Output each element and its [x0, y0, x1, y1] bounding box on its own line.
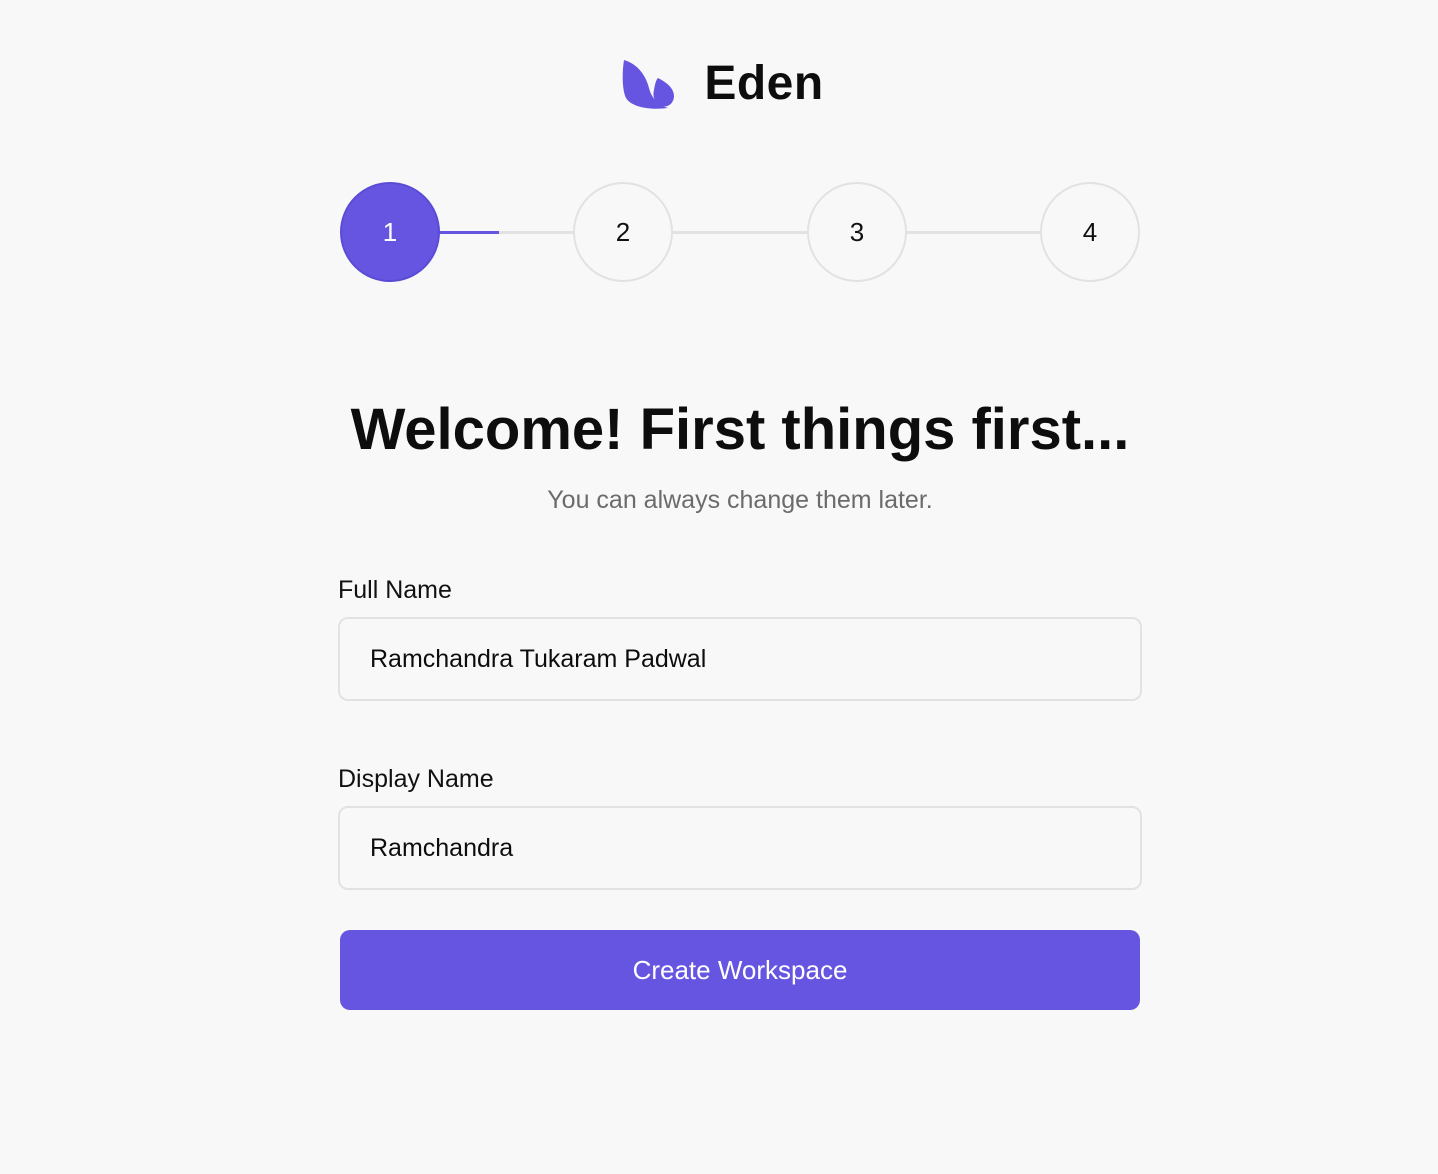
brand-header: Eden	[0, 58, 1438, 110]
page-title: Welcome! First things first...	[350, 397, 1130, 462]
step-3-label: 3	[849, 216, 865, 247]
step-connector-3	[905, 231, 1041, 234]
step-4-label: 4	[1082, 216, 1098, 247]
step-connector-2	[671, 231, 807, 234]
profile-form: Full Name Display Name Create Workspace	[338, 576, 1142, 1010]
full-name-label: Full Name	[338, 576, 452, 604]
display-name-label: Display Name	[338, 765, 494, 793]
step-2-label: 2	[615, 216, 631, 247]
step-1[interactable]: 1	[340, 182, 440, 282]
brand-name: Eden	[704, 57, 824, 110]
onboarding-page: Eden 1 2 3 4 Welcome! First things first…	[0, 0, 1438, 1174]
display-name-field: Display Name	[338, 765, 1142, 890]
full-name-field: Full Name	[338, 576, 1142, 701]
step-progress-fill	[438, 231, 499, 234]
step-1-label: 1	[382, 216, 398, 247]
page-subtitle: You can always change them later.	[547, 486, 933, 514]
leaf-logo-icon	[622, 60, 675, 109]
progress-stepper: 1 2 3 4	[340, 182, 1140, 282]
step-4[interactable]: 4	[1040, 182, 1140, 282]
step-2[interactable]: 2	[573, 182, 673, 282]
create-workspace-button[interactable]: Create Workspace	[340, 930, 1140, 1010]
display-name-input[interactable]	[338, 806, 1142, 890]
full-name-input[interactable]	[338, 617, 1142, 701]
step-3[interactable]: 3	[807, 182, 907, 282]
